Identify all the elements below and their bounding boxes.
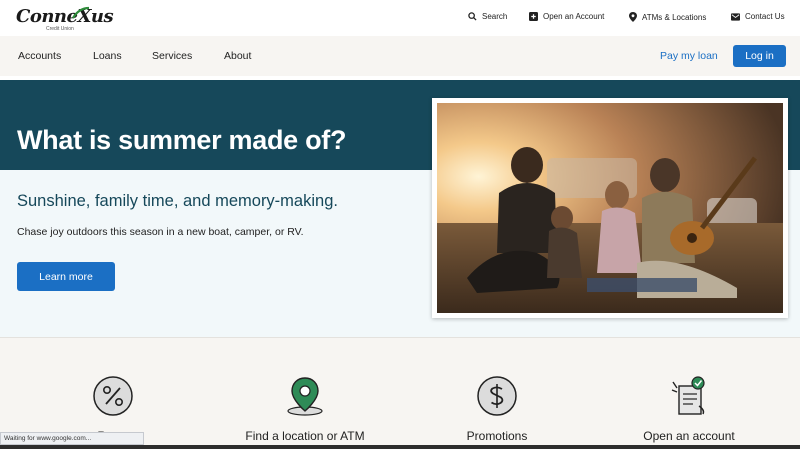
family-summer-photo [437,103,783,313]
plus-square-icon [529,12,538,21]
nav-loans[interactable]: Loans [93,50,122,62]
browser-status-bar: Waiting for www.google.com... [0,432,144,445]
mail-icon [731,12,740,21]
hero-title: What is summer made of? [17,125,347,155]
open-account-link[interactable]: Open an Account [529,12,604,21]
nav-services[interactable]: Services [152,50,192,62]
promotions-label: Promotions [466,429,528,443]
search-link[interactable]: Search [468,12,507,21]
learn-more-button[interactable]: Learn more [17,262,115,291]
percent-icon [93,376,133,416]
pay-my-loan-link[interactable]: Pay my loan [660,50,718,62]
hero-subtitle: Sunshine, family time, and memory-making… [17,192,338,210]
nav-accounts[interactable]: Accounts [18,50,61,62]
search-label: Search [482,12,508,21]
bottom-edge [0,445,800,449]
contact-link[interactable]: Contact Us [731,12,785,21]
logo-tagline: Credit Union [46,26,74,32]
hero-description: Chase joy outdoors this season in a new … [17,226,304,238]
dollar-icon [477,376,517,416]
contact-label: Contact Us [745,12,785,21]
logo-swoosh-icon [72,6,90,19]
connexus-logo[interactable]: ConneXus Credit Union [16,6,116,34]
map-pin-icon [629,12,637,22]
find-location-label: Find a location or ATM [245,429,365,443]
main-navigation: Accounts Loans Services About Pay my loa… [0,36,800,76]
search-icon [468,12,477,21]
logo-wordmark: ConneXus [16,6,114,27]
login-button[interactable]: Log in [733,45,786,67]
open-account-tile-label: Open an account [643,429,735,443]
hero-photo-frame [432,98,788,318]
document-check-icon [671,376,705,415]
utility-bar: ConneXus Credit Union Search Open an Acc… [0,0,800,36]
location-pin-icon [287,377,323,416]
atms-locations-link[interactable]: ATMs & Locations [629,12,706,22]
open-account-label: Open an Account [543,12,605,21]
nav-about[interactable]: About [224,50,251,62]
atms-locations-label: ATMs & Locations [642,12,707,22]
